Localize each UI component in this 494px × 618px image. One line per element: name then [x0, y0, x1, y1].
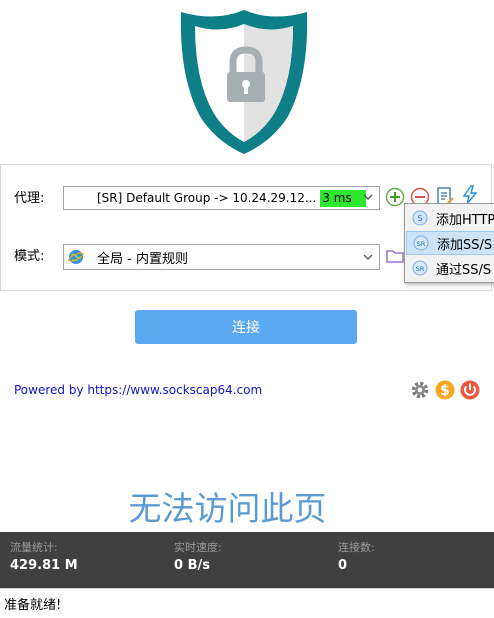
chevron-down-icon[interactable]: [363, 252, 373, 262]
traffic-value: 429.81 M: [10, 558, 78, 573]
proxy-value: [SR] Default Group -> 10.24.29.12...: [97, 191, 317, 205]
lightning-icon[interactable]: [460, 185, 480, 205]
connections-value: 0: [338, 558, 348, 573]
status-bar: 准备就绪!: [0, 588, 494, 618]
shield-lock-logo: [180, 10, 308, 154]
rule-folder-icon[interactable]: [385, 246, 405, 266]
s-badge-icon: S: [412, 210, 428, 226]
menu-item-add-http[interactable]: S 添加HTTP: [406, 206, 494, 230]
proxy-label: 代理:: [14, 191, 45, 206]
globe-icon: [68, 250, 84, 264]
connections-label: 连接数:: [338, 541, 375, 554]
stats-bar: 流量统计: 429.81 M 实时速度: 0 B/s 连接数: 0: [0, 532, 494, 588]
mode-value: 全局 - 内置规则: [97, 251, 188, 267]
connect-button[interactable]: 连接: [135, 310, 357, 344]
power-icon[interactable]: [459, 379, 481, 401]
latency-badge: 3 ms: [320, 189, 366, 207]
add-proxy-menu: S 添加HTTP SR 添加SS/S SR 通过SS/S: [404, 203, 494, 283]
menu-item-label: 通过SS/S: [436, 262, 492, 278]
menu-item-add-ss[interactable]: SR 添加SS/S: [406, 231, 494, 255]
svg-text:SR: SR: [416, 265, 425, 273]
svg-text:$: $: [440, 383, 450, 399]
svg-text:SR: SR: [417, 240, 426, 248]
traffic-label: 流量统计:: [10, 541, 58, 554]
menu-item-label: 添加HTTP: [436, 212, 494, 228]
donate-dollar-icon[interactable]: $: [434, 379, 456, 401]
mode-select[interactable]: 全局 - 内置规则: [63, 244, 380, 270]
speed-value: 0 B/s: [174, 558, 210, 573]
menu-item-label: 添加SS/S: [437, 237, 493, 253]
page-error-message: 无法访问此页: [128, 489, 327, 528]
mode-label: 模式:: [14, 249, 45, 264]
chevron-down-icon[interactable]: [363, 192, 373, 202]
powered-by-link[interactable]: Powered by https://www.sockscap64.com: [14, 383, 262, 397]
svg-text:S: S: [417, 214, 422, 223]
sr-badge-icon: SR: [412, 260, 428, 276]
add-proxy-icon[interactable]: [385, 187, 405, 207]
gear-icon[interactable]: [409, 379, 431, 401]
menu-item-via-ss[interactable]: SR 通过SS/S: [406, 256, 494, 280]
status-text: 准备就绪!: [4, 598, 62, 613]
speed-label: 实时速度:: [174, 541, 222, 554]
proxy-select[interactable]: [SR] Default Group -> 10.24.29.12... 3 m…: [63, 186, 380, 210]
sr-badge-icon: SR: [413, 235, 429, 251]
